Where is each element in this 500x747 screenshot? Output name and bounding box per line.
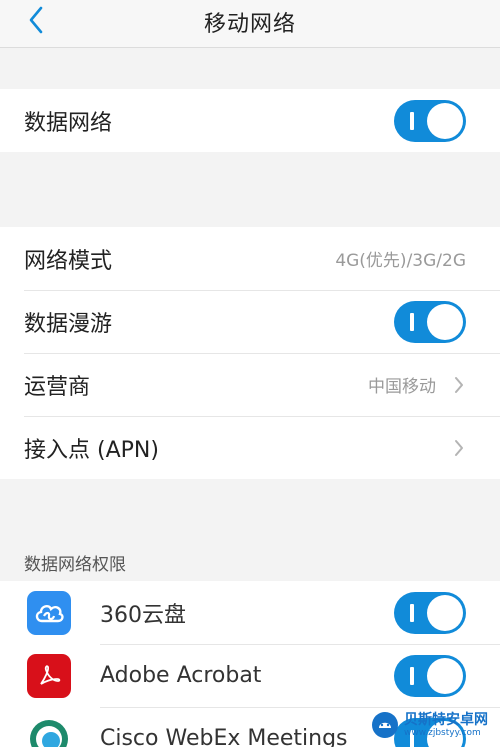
- data-network-group: 数据网络: [0, 89, 500, 152]
- data-network-row: 数据网络: [0, 89, 500, 152]
- app-name: 360云盘: [100, 602, 186, 628]
- watermark: 贝斯特安卓网 www.zjbstyy.com: [370, 705, 498, 745]
- toggle-knob: [427, 657, 463, 694]
- carrier-row[interactable]: 运营商 中国移动: [0, 353, 500, 416]
- data-roaming-row: 数据漫游: [0, 290, 500, 353]
- network-mode-row[interactable]: 网络模式 4G(优先)/3G/2G: [0, 227, 500, 290]
- acrobat-icon: [27, 653, 71, 698]
- data-network-toggle[interactable]: [394, 99, 466, 142]
- data-roaming-toggle[interactable]: [394, 300, 466, 343]
- app-row-adobe-acrobat: Adobe Acrobat: [0, 644, 500, 707]
- data-roaming-label: 数据漫游: [24, 311, 113, 337]
- webex-icon: [27, 716, 71, 747]
- carrier-label: 运营商: [24, 374, 91, 400]
- apn-row[interactable]: 接入点 (APN): [0, 416, 500, 479]
- chevron-right-icon: [452, 374, 466, 396]
- app-row-360-cloud: 360云盘: [0, 581, 500, 644]
- page-title: 移动网络: [203, 12, 296, 37]
- toggle-on-mark: [410, 111, 414, 130]
- app-name: Cisco WebEx Meetings: [100, 726, 348, 747]
- chevron-right-icon: [452, 437, 466, 459]
- nav-bar: 移动网络: [0, 0, 500, 48]
- app-toggle-360-cloud[interactable]: [394, 591, 466, 634]
- carrier-value: 中国移动: [368, 377, 436, 397]
- toggle-knob: [427, 102, 463, 139]
- network-mode-label: 网络模式: [24, 248, 113, 274]
- cloud-drive-icon: [27, 590, 71, 635]
- toggle-knob: [427, 594, 463, 631]
- network-settings-group: 网络模式 4G(优先)/3G/2G 数据漫游 运营商 中国移动 接入点 (APN…: [0, 227, 500, 479]
- toggle-on-mark: [410, 666, 414, 685]
- watermark-logo-icon: [372, 712, 398, 738]
- apn-label: 接入点 (APN): [24, 437, 159, 463]
- watermark-title: 贝斯特安卓网: [404, 711, 488, 728]
- toggle-knob: [427, 303, 463, 340]
- app-name: Adobe Acrobat: [100, 663, 262, 688]
- data-network-label: 数据网络: [24, 110, 113, 136]
- app-toggle-adobe-acrobat[interactable]: [394, 654, 466, 697]
- toggle-on-mark: [410, 603, 414, 622]
- permissions-section-header: 数据网络权限: [24, 555, 126, 575]
- watermark-url: www.zjbstyy.com: [404, 727, 481, 738]
- network-mode-value: 4G(优先)/3G/2G: [335, 251, 466, 271]
- toggle-on-mark: [410, 312, 414, 331]
